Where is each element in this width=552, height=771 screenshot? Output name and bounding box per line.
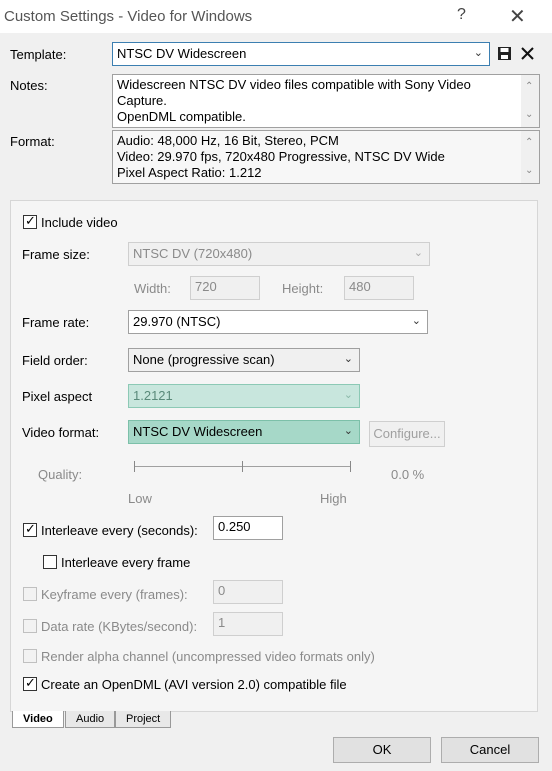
pixel-aspect-label: Pixel aspect <box>22 389 93 404</box>
tab-strip: Video Audio Project <box>10 711 538 728</box>
quality-value: 0.0 % <box>391 467 425 482</box>
frame-rate-dropdown[interactable]: 29.970 (NTSC) ⌄ <box>128 310 428 334</box>
close-icon[interactable]: ✕ <box>509 4 526 29</box>
configure-button[interactable]: Configure... <box>369 421 445 447</box>
frame-size-value: NTSC DV (720x480) <box>133 246 253 261</box>
frame-rate-label: Frame rate: <box>22 315 90 330</box>
render-alpha-label: Render alpha channel (uncompressed video… <box>41 649 375 664</box>
save-icon[interactable] <box>497 46 512 61</box>
keyframe-input[interactable]: 0 <box>213 580 283 604</box>
quality-tick <box>134 461 135 472</box>
quality-label: Quality: <box>38 467 83 482</box>
frame-size-label: Frame size: <box>22 247 90 262</box>
format-line: Audio: 48,000 Hz, 16 Bit, Stereo, PCM <box>117 133 339 148</box>
keyframe-label: Keyframe every (frames): <box>41 587 188 602</box>
format-scrollbar[interactable]: ⌃ ⌄ <box>521 131 539 183</box>
cancel-button[interactable]: Cancel <box>441 737 539 763</box>
tab-project[interactable]: Project <box>115 711 172 728</box>
notes-scrollbar[interactable]: ⌃ ⌄ <box>521 75 539 127</box>
format-line: Video: 29.970 fps, 720x480 Progressive, … <box>117 149 445 164</box>
format-label: Format: <box>10 134 55 149</box>
data-rate-input[interactable]: 1 <box>213 612 283 636</box>
quality-tick <box>242 461 243 472</box>
interleave-frame-label: Interleave every frame <box>61 555 191 570</box>
video-format-label: Video format: <box>22 425 100 440</box>
opendml-label: Create an OpenDML (AVI version 2.0) comp… <box>41 677 347 692</box>
width-label: Width: <box>134 281 171 296</box>
frame-size-dropdown[interactable]: NTSC DV (720x480) ⌄ <box>128 242 430 266</box>
height-input[interactable]: 480 <box>344 276 414 300</box>
chevron-down-icon: ⌄ <box>343 425 353 437</box>
template-label: Template: <box>10 47 67 62</box>
quality-low-label: Low <box>128 491 152 506</box>
format-summary: Audio: 48,000 Hz, 16 Bit, Stereo, PCM Vi… <box>112 130 540 184</box>
notes-label: Notes: <box>10 78 48 93</box>
quality-high-label: High <box>320 491 347 506</box>
interleave-frame-checkbox[interactable] <box>43 555 57 569</box>
pixel-aspect-value: 1.2121 <box>133 388 173 403</box>
chevron-down-icon: ⌄ <box>343 353 353 365</box>
interleave-checkbox[interactable]: ✓ <box>23 521 37 537</box>
video-format-dropdown[interactable]: NTSC DV Widescreen ⌄ <box>128 420 360 444</box>
quality-tick <box>350 461 351 472</box>
delete-icon[interactable] <box>520 46 535 61</box>
chevron-down-icon: ⌄ <box>473 47 483 59</box>
window-title: Custom Settings - Video for Windows <box>4 8 253 25</box>
notes-line: Widescreen NTSC DV video files compatibl… <box>117 77 471 92</box>
pixel-aspect-dropdown[interactable]: 1.2121 ⌄ <box>128 384 360 408</box>
field-order-value: None (progressive scan) <box>133 352 275 367</box>
title-bar: Custom Settings - Video for Windows ? ✕ <box>0 0 552 33</box>
include-video-label: Include video <box>41 215 118 230</box>
field-order-dropdown[interactable]: None (progressive scan) ⌄ <box>128 348 360 372</box>
opendml-checkbox[interactable]: ✓ <box>23 675 37 691</box>
height-label: Height: <box>282 281 324 296</box>
interleave-label: Interleave every (seconds): <box>41 523 198 538</box>
include-video-checkbox[interactable]: ✓ <box>23 213 37 229</box>
notes-line: OpenDML compatible. <box>117 109 246 124</box>
help-icon[interactable]: ? <box>457 6 466 24</box>
keyframe-checkbox[interactable] <box>23 587 37 601</box>
template-dropdown[interactable]: NTSC DV Widescreen ⌄ <box>112 42 490 66</box>
notes-textarea[interactable]: Widescreen NTSC DV video files compatibl… <box>112 74 540 128</box>
frame-rate-value: 29.970 (NTSC) <box>133 314 221 329</box>
video-format-value: NTSC DV Widescreen <box>133 424 263 439</box>
tab-video[interactable]: Video <box>12 711 64 728</box>
tab-audio[interactable]: Audio <box>65 711 116 728</box>
render-alpha-checkbox[interactable] <box>23 649 37 663</box>
chevron-down-icon: ⌄ <box>411 315 421 327</box>
chevron-down-icon: ⌄ <box>343 389 353 401</box>
data-rate-checkbox[interactable] <box>23 619 37 633</box>
ok-button[interactable]: OK <box>333 737 431 763</box>
notes-line: Capture. <box>117 93 167 108</box>
interleave-input[interactable]: 0.250 <box>213 516 283 540</box>
data-rate-label: Data rate (KBytes/second): <box>41 619 198 634</box>
format-line: Pixel Aspect Ratio: 1.212 <box>117 165 262 180</box>
template-value: NTSC DV Widescreen <box>117 46 247 61</box>
width-input[interactable]: 720 <box>190 276 260 300</box>
chevron-down-icon: ⌄ <box>413 247 423 259</box>
field-order-label: Field order: <box>22 353 88 368</box>
